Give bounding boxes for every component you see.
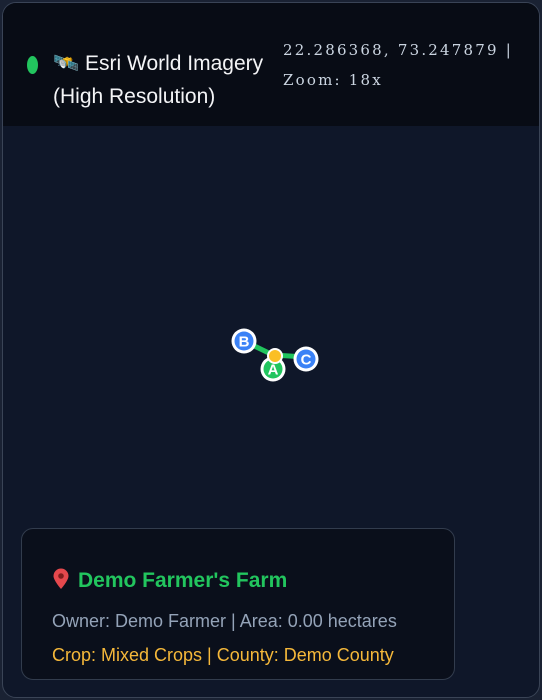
farm-name: Demo Farmer's Farm xyxy=(78,569,288,592)
map-panel: 🛰️ Esri World Imagery (High Resolution) … xyxy=(2,2,540,698)
map-header: 🛰️ Esri World Imagery (High Resolution) … xyxy=(3,3,539,126)
basemap-layer-label[interactable]: 🛰️ Esri World Imagery (High Resolution) xyxy=(53,47,278,113)
farm-center-marker[interactable] xyxy=(267,348,283,364)
map-pin-icon xyxy=(53,568,69,589)
status-indicator xyxy=(27,56,38,74)
coordinates-text: 22.286368, 73.247879 xyxy=(283,41,499,59)
map-overlay: B A C xyxy=(231,328,319,382)
basemap-layer-name: Esri World Imagery (High Resolution) xyxy=(53,52,264,108)
coordinate-readout: 22.286368, 73.247879 | Zoom: 18x xyxy=(283,35,533,95)
marker-a-label: A xyxy=(268,362,279,379)
marker-b[interactable]: B xyxy=(231,328,257,354)
marker-c[interactable]: C xyxy=(293,346,319,372)
marker-b-label: B xyxy=(239,334,250,351)
marker-c-label: C xyxy=(301,352,312,369)
satellite-icon: 🛰️ xyxy=(53,52,80,75)
farm-info-card: Demo Farmer's Farm Owner: Demo Farmer | … xyxy=(21,528,455,680)
farm-title: Demo Farmer's Farm xyxy=(52,567,287,595)
farm-crop-county: Crop: Mixed Crops | County: Demo County xyxy=(52,645,394,665)
farm-owner-area: Owner: Demo Farmer | Area: 0.00 hectares xyxy=(52,611,397,631)
